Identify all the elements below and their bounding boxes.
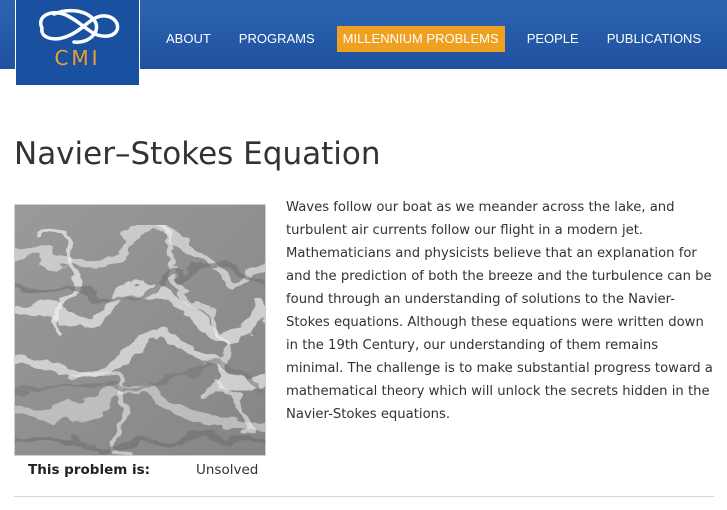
site-header: CMI ABOUT PROGRAMS MILLENNIUM PROBLEMS P… bbox=[0, 0, 727, 86]
nav-item-publications[interactable]: PUBLICATIONS bbox=[601, 26, 707, 52]
logo-text: CMI bbox=[54, 46, 101, 70]
nav-item-millennium-problems[interactable]: MILLENNIUM PROBLEMS bbox=[336, 26, 505, 52]
nav-item-programs[interactable]: PROGRAMS bbox=[233, 26, 321, 52]
nav-item-eu[interactable]: EU bbox=[723, 26, 727, 52]
problem-description: Waves follow our boat as we meander acro… bbox=[286, 200, 713, 422]
nav-item-people[interactable]: PEOPLE bbox=[521, 26, 585, 52]
main-nav: ABOUT PROGRAMS MILLENNIUM PROBLEMS PEOPL… bbox=[160, 26, 727, 52]
status-label: This problem is: bbox=[28, 462, 151, 478]
knot-logo-icon bbox=[39, 8, 120, 44]
divider bbox=[14, 496, 714, 497]
turbulence-swirl-graphic bbox=[15, 205, 265, 455]
turbulence-image bbox=[14, 204, 266, 456]
cmi-logo[interactable]: CMI bbox=[15, 0, 140, 86]
nav-item-about[interactable]: ABOUT bbox=[160, 26, 217, 52]
page-title: Navier–Stokes Equation bbox=[14, 136, 381, 172]
status-value: Unsolved bbox=[196, 462, 259, 478]
